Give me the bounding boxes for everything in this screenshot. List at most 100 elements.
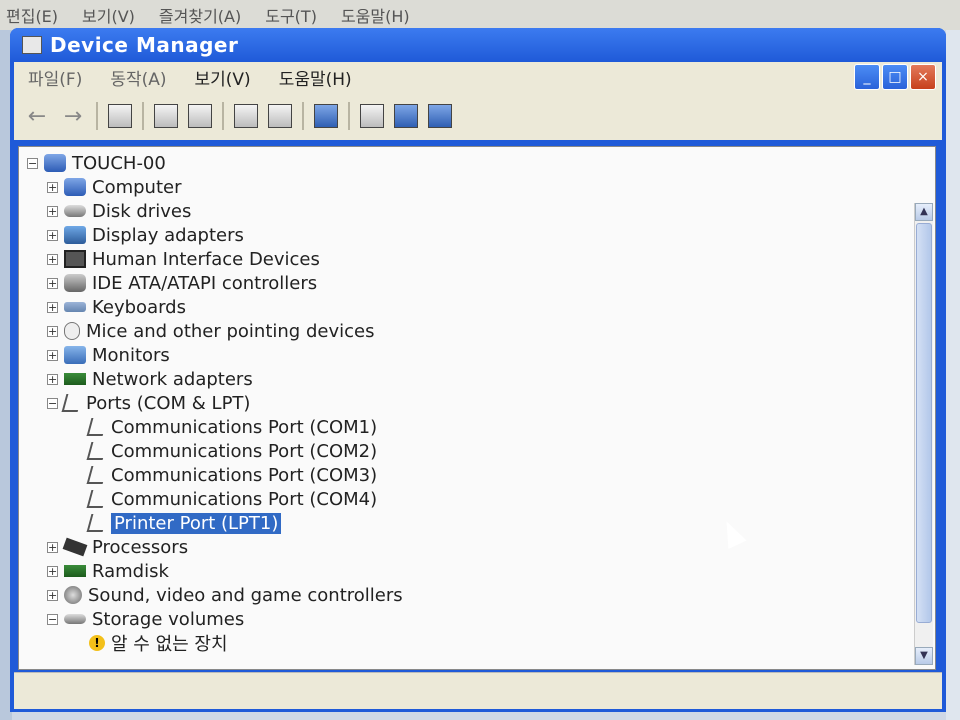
title-bar[interactable]: Device Manager <box>10 28 946 62</box>
menu-help[interactable]: 도움말(H) <box>265 65 366 90</box>
tree-item-label: Printer Port (LPT1) <box>111 512 282 534</box>
tree-category-item[interactable]: + Monitors <box>27 343 403 367</box>
tree-item-label: Disk drives <box>92 200 192 222</box>
expand-icon[interactable]: + <box>47 349 58 361</box>
bg-menu-item-tools: 도구(T) <box>265 7 317 26</box>
collapse-icon[interactable]: − <box>27 157 38 169</box>
tree-child-item[interactable]: Communications Port (COM1) <box>27 415 403 439</box>
show-hide-console-tree-icon[interactable] <box>108 104 132 128</box>
tree-category-item[interactable]: + Mice and other pointing devices <box>27 319 403 343</box>
kbd-icon <box>64 302 86 312</box>
tree-item-label: Communications Port (COM1) <box>111 416 378 438</box>
expand-icon[interactable]: + <box>47 325 58 337</box>
tree-category-item[interactable]: + Ramdisk <box>27 559 403 583</box>
expand-icon[interactable]: + <box>47 181 58 193</box>
device-tree: − TOUCH-00 + Computer + Disk drives + Display… <box>27 151 403 655</box>
properties-icon[interactable] <box>154 104 178 128</box>
menu-action[interactable]: 동작(A) <box>96 65 180 90</box>
computer-icon <box>44 154 66 172</box>
device-manager-window: Device Manager 파일(F) 동작(A) 보기(V) 도움말(H) … <box>10 28 946 712</box>
menu-file[interactable]: 파일(F) <box>14 65 96 90</box>
show-hide-action-pane-icon[interactable] <box>268 104 292 128</box>
menu-view[interactable]: 보기(V) <box>181 65 265 90</box>
collapse-icon[interactable]: − <box>47 397 58 409</box>
update-driver-icon[interactable] <box>360 104 384 128</box>
expand-icon[interactable]: + <box>47 301 58 313</box>
expand-icon[interactable]: + <box>47 277 58 289</box>
snd-icon <box>64 586 82 604</box>
expand-icon[interactable]: + <box>47 589 58 601</box>
toolbar-separator <box>222 102 224 130</box>
tree-item-label: Ramdisk <box>92 560 169 582</box>
ram-icon <box>64 565 86 577</box>
port-icon <box>86 442 108 460</box>
menu-bar: 파일(F) 동작(A) 보기(V) 도움말(H) _ □ × <box>14 62 942 92</box>
back-arrow-icon[interactable]: ← <box>24 104 50 129</box>
device-tree-pane: − TOUCH-00 + Computer + Disk drives + Display… <box>18 146 936 670</box>
tree-category-item[interactable]: + Human Interface Devices <box>27 247 403 271</box>
background-browser-menu: 편집(E) 보기(V) 즐겨찾기(A) 도구(T) 도움말(H) <box>0 0 960 30</box>
expand-icon[interactable]: + <box>47 205 58 217</box>
expand-icon[interactable]: + <box>47 373 58 385</box>
tree-item-label: Network adapters <box>92 368 253 390</box>
bg-menu-item-edit: 편집(E) <box>6 7 59 26</box>
net-icon <box>64 373 86 385</box>
tree-category-item[interactable]: + Display adapters <box>27 223 403 247</box>
tree-category-item[interactable]: + IDE ATA/ATAPI controllers <box>27 271 403 295</box>
status-bar <box>14 672 942 709</box>
hid-icon <box>64 250 86 268</box>
tree-child-item[interactable]: Communications Port (COM3) <box>27 463 403 487</box>
expand-icon[interactable]: + <box>47 565 58 577</box>
tree-child-item[interactable]: ! 알 수 없는 장치 <box>27 631 403 655</box>
port-icon <box>86 490 108 508</box>
root-label: TOUCH-00 <box>72 152 166 174</box>
expand-icon[interactable]: + <box>47 541 58 553</box>
expand-icon[interactable]: + <box>47 229 58 241</box>
print-icon[interactable] <box>188 104 212 128</box>
tree-item-label: Display adapters <box>92 224 244 246</box>
scroll-thumb[interactable] <box>916 223 932 623</box>
background-right-panel <box>946 30 960 720</box>
tree-item-label: Mice and other pointing devices <box>86 320 375 342</box>
port-icon <box>61 394 83 412</box>
bg-menu-item-help: 도움말(H) <box>340 7 410 26</box>
tree-category-item[interactable]: + Processors <box>27 535 403 559</box>
vertical-scrollbar[interactable]: ▲ ▼ <box>914 203 933 665</box>
tree-child-item[interactable]: Communications Port (COM2) <box>27 439 403 463</box>
stor-icon <box>64 614 86 624</box>
expand-icon[interactable]: + <box>47 253 58 265</box>
tree-item-label: Storage volumes <box>92 608 245 630</box>
maximize-button[interactable]: □ <box>882 64 908 90</box>
help-icon[interactable] <box>234 104 258 128</box>
tree-category-item[interactable]: − Storage volumes <box>27 607 403 631</box>
tree-category-item[interactable]: + Computer <box>27 175 403 199</box>
bg-menu-item-favorites: 즐겨찾기(A) <box>158 7 242 26</box>
tree-category-item[interactable]: − Ports (COM & LPT) <box>27 391 403 415</box>
close-button[interactable]: × <box>910 64 936 90</box>
tree-item-label: Keyboards <box>92 296 186 318</box>
minimize-button[interactable]: _ <box>854 64 880 90</box>
tree-item-label: Computer <box>92 176 182 198</box>
tree-root[interactable]: − TOUCH-00 <box>27 151 403 175</box>
scroll-up-button[interactable]: ▲ <box>915 203 933 221</box>
disable-device-icon[interactable] <box>428 104 452 128</box>
collapse-icon[interactable]: − <box>47 613 58 625</box>
scan-hardware-icon[interactable] <box>314 104 338 128</box>
tree-category-item[interactable]: + Keyboards <box>27 295 403 319</box>
tree-item-label: Communications Port (COM3) <box>111 464 378 486</box>
tree-child-item[interactable]: Communications Port (COM4) <box>27 487 403 511</box>
mon-icon <box>64 346 86 364</box>
uninstall-device-icon[interactable] <box>394 104 418 128</box>
tree-item-label: Monitors <box>92 344 170 366</box>
tree-category-item[interactable]: + Disk drives <box>27 199 403 223</box>
tree-category-item[interactable]: + Network adapters <box>27 367 403 391</box>
toolbar-separator <box>302 102 304 130</box>
scroll-down-button[interactable]: ▼ <box>915 647 933 665</box>
toolbar-separator <box>142 102 144 130</box>
tree-child-item[interactable]: Printer Port (LPT1) <box>27 511 403 535</box>
forward-arrow-icon[interactable]: → <box>60 104 86 129</box>
warn-icon: ! <box>89 635 105 651</box>
toolbar-separator <box>348 102 350 130</box>
window-title: Device Manager <box>50 33 239 57</box>
tree-category-item[interactable]: + Sound, video and game controllers <box>27 583 403 607</box>
